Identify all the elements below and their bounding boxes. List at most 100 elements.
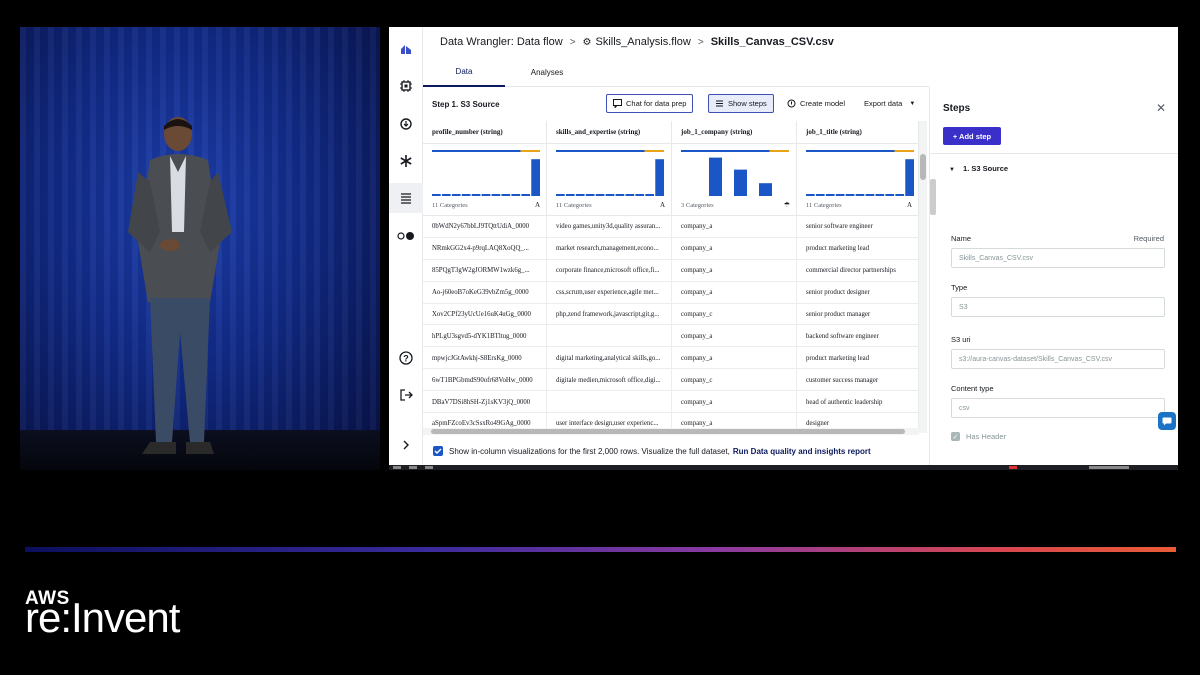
histogram-bar[interactable]: [491, 194, 501, 196]
table-cell[interactable]: commercial director partnerships: [797, 259, 919, 282]
table-cell[interactable]: company_a: [672, 259, 797, 282]
taskbar-item[interactable]: [425, 466, 433, 469]
histogram-bar[interactable]: [895, 194, 905, 196]
table-cell[interactable]: DBaV7DSi8hSH-Zj1sKV3jQ_0000: [423, 391, 547, 414]
table-cell[interactable]: company_a: [672, 281, 797, 304]
create-model-button[interactable]: Create model: [787, 99, 845, 108]
table-cell[interactable]: senior software engineer: [797, 216, 919, 238]
histogram-bar[interactable]: [709, 157, 722, 196]
table-cell[interactable]: company_c: [672, 369, 797, 392]
histogram-bar[interactable]: [905, 159, 914, 196]
show-visualizations-checkbox[interactable]: [433, 446, 443, 456]
quality-report-link[interactable]: Run Data quality and insights report: [733, 447, 871, 456]
table-cell[interactable]: 0bWdN2y67bbLJ9TQttUdiA_0000: [423, 216, 547, 238]
tab-analyses[interactable]: Analyses: [505, 57, 589, 87]
column-histogram[interactable]: 11 Categories A: [423, 144, 547, 216]
table-cell[interactable]: company_a: [672, 347, 797, 370]
table-cell[interactable]: hPLgU3sgvd5-dYK1BTltug_0000: [423, 325, 547, 348]
table-row[interactable]: 6wT1BPGbmdS90ofr68VoHw_0000 digitale med…: [423, 369, 919, 392]
add-step-button[interactable]: + Add step: [943, 127, 1001, 145]
table-cell[interactable]: digitale medien,microsoft office,digi...: [547, 369, 672, 392]
refresh-model-icon[interactable]: [396, 114, 416, 134]
column-header[interactable]: job_1_title (string): [797, 121, 919, 144]
table-cell[interactable]: css,scrum,user experience,agile met...: [547, 281, 672, 304]
histogram-bar[interactable]: [556, 194, 565, 196]
histogram-bar[interactable]: [461, 194, 471, 196]
column-header[interactable]: profile_number (string): [423, 121, 547, 144]
histogram-bar[interactable]: [865, 194, 875, 196]
taskbar-item[interactable]: [393, 466, 401, 469]
table-cell[interactable]: [547, 325, 672, 348]
expand-chevron-icon[interactable]: [396, 435, 416, 455]
histogram-bar[interactable]: [531, 159, 540, 196]
has-header-checkbox[interactable]: ✓ Has Header: [951, 432, 1006, 441]
table-row[interactable]: DBaV7DSi8hSH-Zj1sKV3jQ_0000 company_a he…: [423, 391, 919, 414]
histogram-bar[interactable]: [595, 194, 605, 196]
table-cell[interactable]: customer success manager: [797, 369, 919, 392]
column-header[interactable]: job_1_company (string): [672, 121, 797, 144]
scroll-thumb[interactable]: [431, 429, 905, 434]
histogram-bar[interactable]: [855, 194, 865, 196]
tab-data[interactable]: Data: [423, 57, 505, 87]
histogram-bar[interactable]: [734, 169, 747, 196]
name-field[interactable]: Skills_Canvas_CSV.csv: [951, 248, 1165, 268]
table-vertical-scrollbar[interactable]: [919, 121, 927, 433]
toggle-icon[interactable]: [396, 226, 416, 246]
histogram-bar[interactable]: [471, 194, 481, 196]
histogram-bar[interactable]: [815, 194, 825, 196]
table-cell[interactable]: corporate finance,microsoft office,fi...: [547, 259, 672, 282]
chip-icon[interactable]: [396, 76, 416, 96]
table-cell[interactable]: company_a: [672, 325, 797, 348]
table-cell[interactable]: digital marketing,analytical skills,go..…: [547, 347, 672, 370]
histogram-bar[interactable]: [615, 194, 625, 196]
step-section-header[interactable]: ▼ 1. S3 Source: [949, 164, 1008, 173]
table-cell[interactable]: NRmkGG2x4-p9rqLAQ8XoQQ_...: [423, 237, 547, 260]
table-cell[interactable]: company_a: [672, 216, 797, 238]
histogram-bar[interactable]: [432, 194, 441, 196]
help-icon[interactable]: ?: [396, 348, 416, 368]
histogram-bar[interactable]: [635, 194, 645, 196]
type-field[interactable]: S3: [951, 297, 1165, 317]
column-histogram[interactable]: 3 Categories ☂: [672, 144, 797, 216]
taskbar-item[interactable]: [409, 466, 417, 469]
table-cell[interactable]: mpwjcJGtAwkhj-S8ErsKg_0000: [423, 347, 547, 370]
column-histogram[interactable]: 11 Categories A: [797, 144, 919, 216]
histogram-bar[interactable]: [625, 194, 635, 196]
table-row[interactable]: 0bWdN2y67bbLJ9TQttUdiA_0000 video games,…: [423, 216, 919, 238]
chat-bubble-icon[interactable]: [1158, 412, 1176, 430]
table-cell[interactable]: [547, 391, 672, 414]
table-cell[interactable]: senior product manager: [797, 303, 919, 326]
show-steps-button[interactable]: Show steps: [708, 94, 774, 113]
taskbar-item[interactable]: [1009, 466, 1017, 469]
table-cell[interactable]: 85PQgT3gW2gJORMW1wzk6g_...: [423, 259, 547, 282]
breadcrumb-flow[interactable]: Data Wrangler: Data flow: [440, 36, 563, 48]
histogram-bar[interactable]: [501, 194, 511, 196]
histogram-bar[interactable]: [481, 194, 491, 196]
s3-uri-field[interactable]: s3://aura-canvas-dataset/Skills_Canvas_C…: [951, 349, 1165, 369]
canvas-logo-icon[interactable]: [396, 39, 416, 59]
table-cell[interactable]: product marketing lead: [797, 237, 919, 260]
histogram-bar[interactable]: [875, 194, 885, 196]
snowflake-icon[interactable]: [396, 151, 416, 171]
histogram-bar[interactable]: [835, 194, 845, 196]
histogram-bar[interactable]: [521, 194, 531, 196]
histogram-bar[interactable]: [451, 194, 461, 196]
table-row[interactable]: NRmkGG2x4-p9rqLAQ8XoQQ_... market resear…: [423, 237, 919, 260]
data-wrangler-list-icon[interactable]: [389, 183, 423, 213]
histogram-bar[interactable]: [575, 194, 585, 196]
histogram-bar[interactable]: [645, 194, 655, 196]
histogram-bar[interactable]: [885, 194, 895, 196]
table-cell[interactable]: company_a: [672, 237, 797, 260]
table-cell[interactable]: product marketing lead: [797, 347, 919, 370]
table-cell[interactable]: senior product designer: [797, 281, 919, 304]
breadcrumb-flow-file[interactable]: Skills_Analysis.flow: [596, 36, 691, 48]
export-data-button[interactable]: Export data ▼: [864, 99, 915, 108]
sign-out-icon[interactable]: [396, 385, 416, 405]
table-cell[interactable]: company_a: [672, 391, 797, 414]
histogram-bar[interactable]: [845, 194, 855, 196]
table-row[interactable]: Xov2CPf23yUcUe16uK4uGg_0000 php,zend fra…: [423, 303, 919, 326]
panel-scrollbar[interactable]: [930, 179, 936, 215]
table-cell[interactable]: video games,unity3d,quality assuran...: [547, 216, 672, 238]
table-cell[interactable]: php,zend framework,javascript,git,g...: [547, 303, 672, 326]
table-cell[interactable]: company_c: [672, 303, 797, 326]
